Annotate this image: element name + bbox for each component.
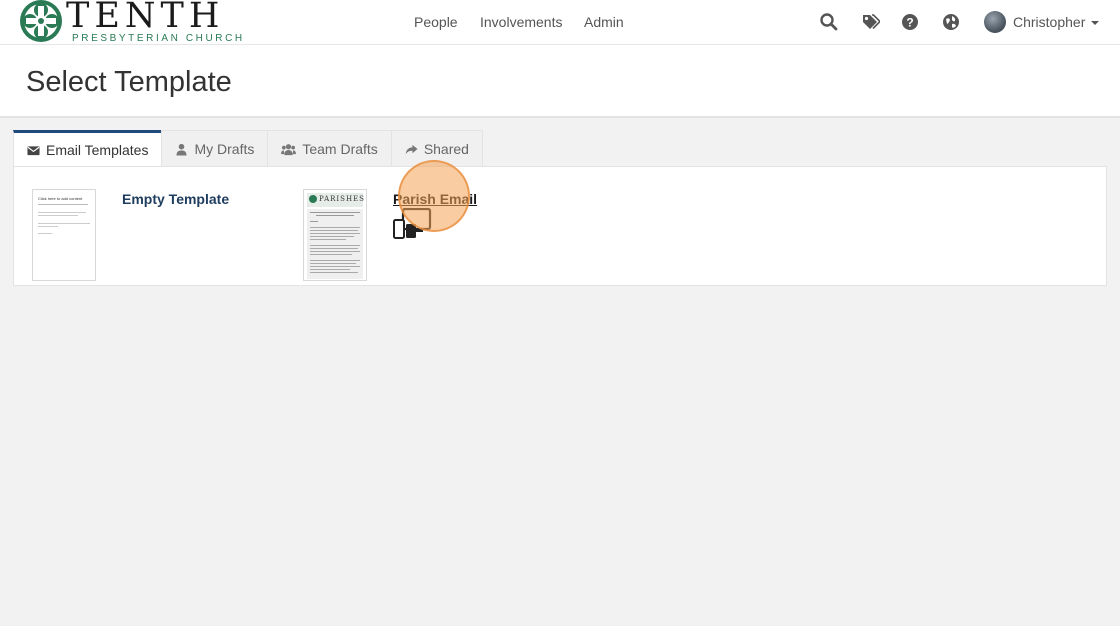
thumbnail-heading: PARISHES	[319, 195, 365, 203]
share-icon	[405, 144, 418, 154]
tab-label: Shared	[423, 141, 469, 157]
template-thumbnail-parish[interactable]: PARISHES	[303, 189, 367, 281]
tab-shared[interactable]: Shared	[390, 130, 483, 167]
nav-link-people[interactable]: People	[414, 14, 458, 30]
envelope-icon	[27, 145, 40, 155]
template-name-empty[interactable]: Empty Template	[122, 191, 229, 207]
placeholder-line	[310, 251, 360, 252]
tab-my-drafts[interactable]: My Drafts	[161, 130, 269, 167]
user-icon	[176, 143, 188, 156]
template-thumbnail-empty[interactable]: Click here to add content	[32, 189, 96, 281]
placeholder-line	[310, 260, 360, 261]
church-logo[interactable]: TENTH PRESBYTERIAN CHURCH	[18, 0, 242, 45]
svg-text:?: ?	[906, 16, 913, 30]
globe-icon[interactable]	[941, 12, 961, 32]
nav-link-involvements[interactable]: Involvements	[480, 14, 562, 30]
tab-team-drafts[interactable]: Team Drafts	[267, 130, 392, 167]
placeholder-line	[316, 215, 354, 216]
help-icon[interactable]: ?	[900, 12, 920, 32]
placeholder-line	[310, 269, 350, 270]
logo-subtitle: PRESBYTERIAN CHURCH	[72, 33, 245, 44]
thumbnail-logo-mark	[309, 195, 317, 203]
tab-label: Team Drafts	[302, 141, 378, 157]
thumbnail-heading: Click here to add content	[38, 196, 83, 201]
tab-label: My Drafts	[194, 141, 255, 157]
user-name: Christopher	[1013, 14, 1086, 30]
search-icon[interactable]	[819, 12, 839, 32]
placeholder-line	[310, 212, 360, 213]
placeholder-line	[310, 221, 318, 222]
caret-down-icon	[1091, 21, 1100, 25]
placeholder-line	[310, 248, 358, 249]
placeholder-line	[310, 230, 358, 231]
templates-panel: Click here to add content Empty Template…	[13, 166, 1107, 286]
tag-icon[interactable]	[860, 12, 880, 32]
nav-link-admin[interactable]: Admin	[584, 14, 624, 30]
tab-email-templates[interactable]: Email Templates	[13, 130, 163, 167]
placeholder-line	[38, 212, 86, 213]
template-tabs: Email Templates My Drafts Team Drafts Sh…	[13, 130, 483, 167]
page-title: Select Template	[26, 66, 232, 98]
template-name-parish[interactable]: Parish Email	[393, 191, 477, 207]
placeholder-line	[310, 272, 358, 273]
placeholder-line	[310, 254, 352, 255]
user-avatar	[984, 11, 1006, 33]
user-menu-dropdown[interactable]: Christopher	[984, 11, 1100, 33]
placeholder-line	[38, 233, 52, 234]
users-icon	[281, 143, 297, 155]
tab-label: Email Templates	[46, 142, 149, 158]
placeholder-line	[310, 245, 360, 246]
placeholder-line	[38, 223, 90, 224]
placeholder-line	[310, 227, 360, 228]
logo-wordmark: TENTH	[66, 0, 225, 36]
placeholder-line	[310, 266, 360, 267]
page-header: Select Template	[0, 45, 1120, 118]
placeholder-line	[310, 236, 354, 237]
responsive-devices-icon	[393, 208, 432, 239]
placeholder-line	[310, 239, 346, 240]
placeholder-line	[38, 215, 78, 216]
top-navbar: TENTH PRESBYTERIAN CHURCH People Involve…	[0, 0, 1120, 45]
placeholder-line	[38, 204, 88, 205]
celtic-cross-logo-icon	[20, 0, 62, 42]
placeholder-line	[310, 263, 356, 264]
placeholder-line	[38, 226, 58, 227]
placeholder-line	[310, 233, 360, 234]
